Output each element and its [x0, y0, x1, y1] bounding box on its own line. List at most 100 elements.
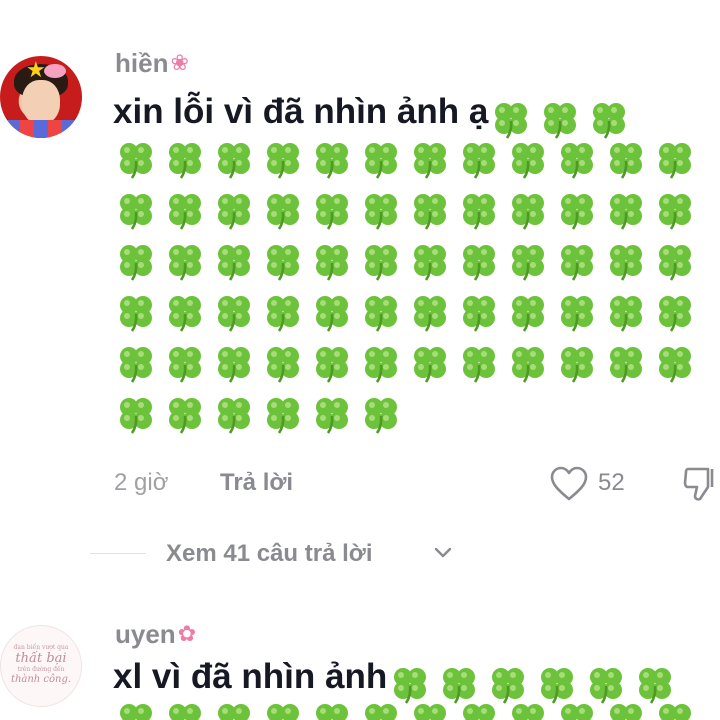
four-leaf-clover-icon [558, 192, 596, 230]
four-leaf-clover-icon [166, 702, 204, 720]
four-leaf-clover-icon [166, 192, 204, 230]
chevron-down-icon [434, 546, 452, 565]
four-leaf-clover-icon [362, 192, 400, 230]
four-leaf-clover-icon [460, 702, 498, 720]
four-leaf-clover-icon [117, 345, 155, 383]
heart-icon[interactable] [550, 466, 588, 509]
four-leaf-clover-icon [460, 294, 498, 332]
four-leaf-clover-icon [313, 243, 351, 281]
four-leaf-clover-icon [558, 141, 596, 179]
four-leaf-clover-icon [391, 666, 429, 704]
four-leaf-clover-icon [607, 702, 645, 720]
four-leaf-clover-icon [411, 702, 449, 720]
four-leaf-clover-icon [117, 702, 155, 720]
clover-group [391, 663, 685, 704]
four-leaf-clover-icon [117, 141, 155, 179]
four-leaf-clover-icon [541, 101, 579, 139]
comments-screen: ★ hiền❀ xin lỗi vì đã nhìn ảnh ạ 2 giờ T… [0, 0, 720, 720]
four-leaf-clover-icon [411, 345, 449, 383]
four-leaf-clover-icon [215, 702, 253, 720]
clover-row [117, 192, 717, 243]
four-leaf-clover-icon [509, 294, 547, 332]
four-leaf-clover-icon [215, 345, 253, 383]
timestamp: 2 giờ [114, 469, 169, 496]
four-leaf-clover-icon [264, 192, 302, 230]
four-leaf-clover-icon [117, 294, 155, 332]
four-leaf-clover-icon [362, 702, 400, 720]
four-leaf-clover-icon [460, 243, 498, 281]
four-leaf-clover-icon [215, 294, 253, 332]
four-leaf-clover-icon [313, 141, 351, 179]
four-leaf-clover-icon [166, 294, 204, 332]
four-leaf-clover-icon [489, 666, 527, 704]
four-leaf-clover-icon [362, 345, 400, 383]
four-leaf-clover-icon [215, 141, 253, 179]
four-leaf-clover-icon [313, 396, 351, 434]
four-leaf-clover-icon [264, 396, 302, 434]
four-leaf-clover-icon [215, 396, 253, 434]
like-count: 52 [598, 469, 625, 496]
view-replies-button[interactable]: Xem 41 câu trả lời [90, 536, 490, 572]
four-leaf-clover-icon [607, 294, 645, 332]
four-leaf-clover-icon [411, 192, 449, 230]
four-leaf-clover-icon [166, 141, 204, 179]
clover-grid [117, 141, 717, 447]
username[interactable]: uyen✿ [115, 619, 196, 650]
four-leaf-clover-icon [656, 192, 694, 230]
four-leaf-clover-icon [313, 294, 351, 332]
four-leaf-clover-icon [166, 345, 204, 383]
clover-row [117, 396, 717, 447]
comment-actions: 2 giờ Trả lời 52 [114, 466, 720, 502]
avatar[interactable]: ★ [0, 56, 82, 138]
four-leaf-clover-icon [607, 192, 645, 230]
four-leaf-clover-icon [636, 666, 674, 704]
four-leaf-clover-icon [558, 243, 596, 281]
four-leaf-clover-icon [558, 294, 596, 332]
four-leaf-clover-icon [607, 243, 645, 281]
four-leaf-clover-icon [264, 345, 302, 383]
four-leaf-clover-icon [313, 345, 351, 383]
four-leaf-clover-icon [264, 243, 302, 281]
four-leaf-clover-icon [492, 101, 530, 139]
four-leaf-clover-icon [362, 396, 400, 434]
comment-text: xin lỗi vì đã nhìn ảnh ạ [113, 92, 639, 139]
lotus-icon: ✿ [177, 622, 197, 647]
clover-row [117, 141, 717, 192]
four-leaf-clover-icon [440, 666, 478, 704]
four-leaf-clover-icon [558, 702, 596, 720]
username[interactable]: hiền❀ [115, 48, 189, 79]
four-leaf-clover-icon [538, 666, 576, 704]
four-leaf-clover-icon [460, 345, 498, 383]
thumbs-down-icon[interactable] [682, 465, 720, 510]
four-leaf-clover-icon [264, 702, 302, 720]
four-leaf-clover-icon [509, 345, 547, 383]
four-leaf-clover-icon [117, 243, 155, 281]
four-leaf-clover-icon [460, 192, 498, 230]
four-leaf-clover-icon [509, 243, 547, 281]
four-leaf-clover-icon [656, 243, 694, 281]
four-leaf-clover-icon [264, 141, 302, 179]
four-leaf-clover-icon [509, 141, 547, 179]
four-leaf-clover-icon [215, 243, 253, 281]
four-leaf-clover-icon [558, 345, 596, 383]
four-leaf-clover-icon [215, 192, 253, 230]
four-leaf-clover-icon [607, 345, 645, 383]
four-leaf-clover-icon [411, 294, 449, 332]
four-leaf-clover-icon [411, 243, 449, 281]
clover-row [117, 345, 717, 396]
four-leaf-clover-icon [656, 294, 694, 332]
four-leaf-clover-icon [313, 702, 351, 720]
reply-button[interactable]: Trả lời [220, 469, 293, 497]
avatar[interactable]: đạn biến vượt qua thất bại trên đường đế… [0, 625, 82, 707]
comment-text: xl vì đã nhìn ảnh [113, 657, 685, 704]
clover-group [492, 98, 639, 139]
four-leaf-clover-icon [411, 141, 449, 179]
four-leaf-clover-icon [656, 345, 694, 383]
clover-row [117, 243, 717, 294]
divider [90, 553, 146, 554]
tulip-icon: ❀ [170, 51, 189, 76]
four-leaf-clover-icon [166, 396, 204, 434]
four-leaf-clover-icon [656, 141, 694, 179]
four-leaf-clover-icon [313, 192, 351, 230]
four-leaf-clover-icon [362, 243, 400, 281]
